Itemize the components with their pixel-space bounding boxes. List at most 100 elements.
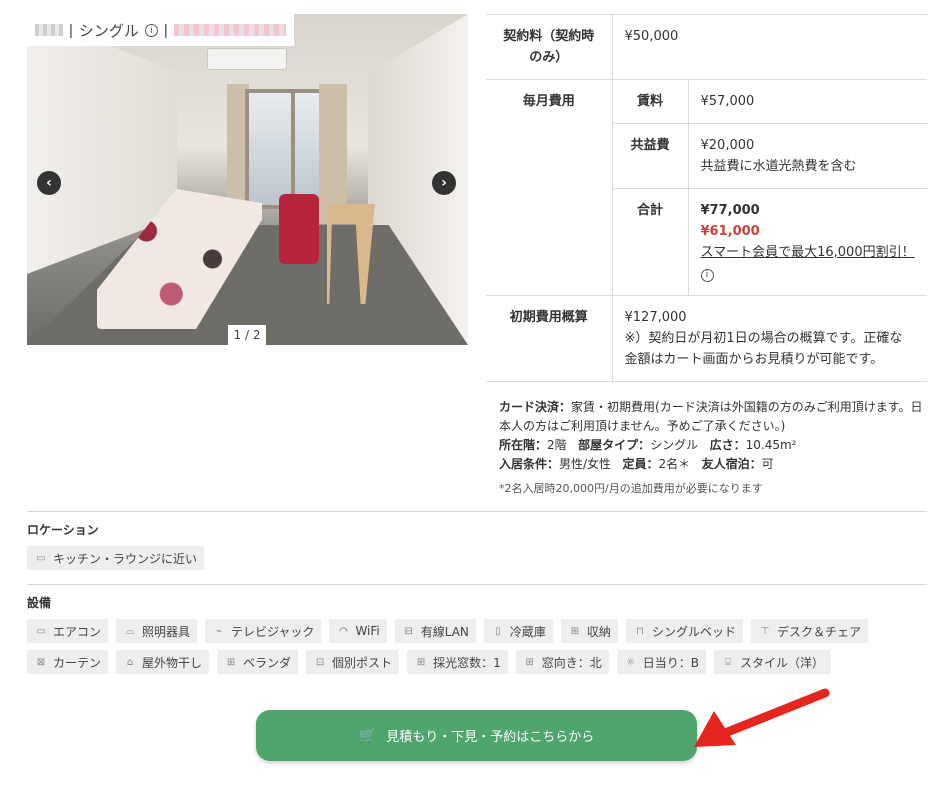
reservation-button[interactable]: 🛒 見積もり・下見・予約はこちらから: [256, 710, 697, 761]
facility-tag-label: ベランダ: [243, 655, 292, 670]
window-direction-icon: ⊞: [525, 656, 534, 668]
wifi-icon: ◠: [339, 625, 348, 637]
initial-cost-label: 初期費用概算: [486, 295, 613, 382]
facility-tag-label: 照明器具: [142, 624, 191, 639]
facility-tag-label: カーテン: [53, 655, 102, 670]
facility-tag-label: 冷蔵庫: [509, 624, 546, 639]
info-icon[interactable]: i: [144, 23, 158, 37]
location-title: ロケーション: [27, 523, 99, 537]
capacity-footnote: *2名入居時20,000円/月の追加費用が必要になります: [499, 482, 763, 495]
facility-tag: ⊞ ベランダ: [217, 650, 299, 674]
facility-tag: ▯ 冷蔵庫: [483, 619, 553, 643]
facilities-title: 設備: [27, 596, 52, 610]
arrow-annotation-icon: [694, 688, 830, 747]
area-value: 10.45m²: [745, 438, 797, 452]
facility-tag: ⌓ 照明器具: [116, 619, 198, 643]
discount-value: ¥61,000: [700, 224, 760, 239]
facility-tag: ⊓ シングルベッド: [625, 619, 743, 643]
facility-tag: ⌸ スタイル（洋）: [713, 650, 831, 674]
facility-tag-label: デスク＆チェア: [776, 624, 861, 639]
floor-value: 2階: [547, 438, 567, 452]
photo-chair: [279, 194, 319, 264]
price-table: 契約料（契約時のみ） ¥50,000 毎月費用 賃料 ¥57,000 共益費 ¥…: [486, 14, 927, 382]
monthly-label: 毎月費用: [486, 79, 613, 296]
desk-icon: ⊤: [760, 625, 770, 637]
lamp-icon: ⌓: [126, 625, 134, 637]
balcony-icon: ⊞: [226, 656, 236, 668]
chevron-right-icon[interactable]: ›: [432, 171, 456, 195]
laundry-icon: ⌂: [126, 656, 134, 668]
condition-value: 男性/女性: [559, 457, 612, 471]
window-icon: ⊞: [416, 656, 426, 668]
aircon-icon: ▭: [36, 625, 46, 637]
common-fee-note: 共益費に水道光熱費を含む: [700, 159, 857, 174]
floor-label: 所在階：: [499, 438, 548, 452]
mailbox-icon: ⊡: [315, 656, 325, 668]
chevron-left-icon[interactable]: ‹: [37, 171, 61, 195]
blurred-text: [173, 24, 286, 36]
capacity-label: 定員：: [622, 457, 659, 471]
facility-tag: ⊞ 採光窓数：1: [407, 650, 508, 674]
facility-tag-label: 窓向き：北: [541, 655, 602, 670]
photo-curtain: [319, 84, 347, 224]
friend-stay-value: 可: [761, 457, 774, 471]
reservation-button-label: 見積もり・下見・予約はこちらから: [386, 730, 595, 745]
facility-tag: ▭ エアコン: [27, 619, 109, 643]
facility-tag: ⊟ 有線LAN: [394, 619, 476, 643]
facility-tag: ⊠ カーテン: [27, 650, 109, 674]
card-payment-note: カード決済：家賃・初期費用(カード決済は外国籍の方のみご利用頂けます。日本人の方…: [499, 398, 929, 436]
smart-member-link[interactable]: スマート会員で最大16,000円割引！: [701, 245, 915, 260]
location-tag: ▭ キッチン・ラウンジに近い: [27, 546, 205, 570]
smart-member-link-row: スマート会員で最大16,000円割引！ i: [700, 242, 916, 284]
friend-stay-label: 友人宿泊：: [701, 457, 762, 471]
room-type-label: 部屋タイプ：: [578, 438, 651, 452]
condition-label: 入居条件：: [499, 457, 560, 471]
photo-aircon: [207, 48, 287, 70]
fridge-icon: ▯: [495, 625, 501, 637]
style-icon: ⌸: [724, 656, 731, 668]
common-fee-value: ¥20,000: [700, 138, 755, 153]
facility-tag-label: 有線LAN: [420, 624, 469, 639]
room-spec-row: 所在階：2階 部屋タイプ：シングル 広さ：10.45m²: [499, 436, 929, 455]
facility-tag-label: スタイル（洋）: [739, 655, 824, 670]
facility-tags: ▭ エアコン ⌓ 照明器具 ⌁ テレビジャック ◠ WiFi ⊟ 有線LAN ▯ 冷蔵庫 ⊞…: [27, 619, 927, 674]
storage-icon: ⊞: [570, 625, 580, 637]
capacity-value: 2名＊: [658, 457, 691, 471]
facility-tag-label: 収納: [586, 624, 611, 639]
common-fee-label: 共益費: [612, 123, 689, 189]
tv-jack-icon: ⌁: [216, 625, 223, 637]
facility-tag-label: 日当り：B: [642, 655, 699, 670]
facility-tag: ⊡ 個別ポスト: [306, 650, 400, 674]
bed-icon: ⊓: [636, 625, 644, 637]
photo-counter: 1 / 2: [228, 325, 266, 345]
info-icon[interactable]: i: [700, 269, 714, 282]
initial-cost-note: ※）契約日が月初1日の場合の概算です。正確な金額はカート画面からお見積りが可能で…: [624, 331, 903, 367]
facility-tag: ⌁ テレビジャック: [205, 619, 322, 643]
facility-tag: ⌂ 屋外物干し: [116, 650, 210, 674]
caption-separator: |: [69, 21, 73, 39]
rent-value: ¥57,000: [688, 79, 927, 124]
facility-tag-label: シングルベッド: [651, 624, 736, 639]
cart-icon: 🛒: [358, 727, 377, 744]
lan-icon: ⊟: [404, 625, 413, 637]
facility-tag-label: WiFi: [355, 624, 380, 638]
area-label: 広さ：: [709, 438, 746, 452]
facility-tag: ⊞ 窓向き：北: [515, 650, 609, 674]
facility-tag: ☼ 日当り：B: [616, 650, 706, 674]
facility-tag-label: 屋外物干し: [142, 655, 203, 670]
divider: [27, 584, 927, 585]
room-type-value: シングル: [650, 438, 699, 452]
curtain-icon: ⊠: [36, 656, 46, 668]
condition-row: 入居条件：男性/女性 定員：2名＊ 友人宿泊：可: [499, 455, 929, 474]
initial-cost-value: ¥127,000: [624, 310, 687, 325]
contract-fee-label: 契約料（契約時のみ）: [486, 14, 613, 80]
room-photo[interactable]: | シングル i | ‹ › 1 / 2: [27, 14, 468, 345]
location-tag-label: キッチン・ラウンジに近い: [53, 551, 198, 566]
card-payment-label: カード決済：: [499, 400, 572, 414]
contract-fee-value: ¥50,000: [612, 14, 927, 80]
facility-tag: ◠ WiFi: [329, 619, 387, 643]
facility-tag: ⊤ デスク＆チェア: [750, 619, 868, 643]
total-cell: ¥77,000 ¥61,000 スマート会員で最大16,000円割引！ i: [688, 188, 927, 296]
common-fee-cell: ¥20,000 共益費に水道光熱費を含む: [688, 123, 927, 189]
divider: [27, 511, 927, 512]
